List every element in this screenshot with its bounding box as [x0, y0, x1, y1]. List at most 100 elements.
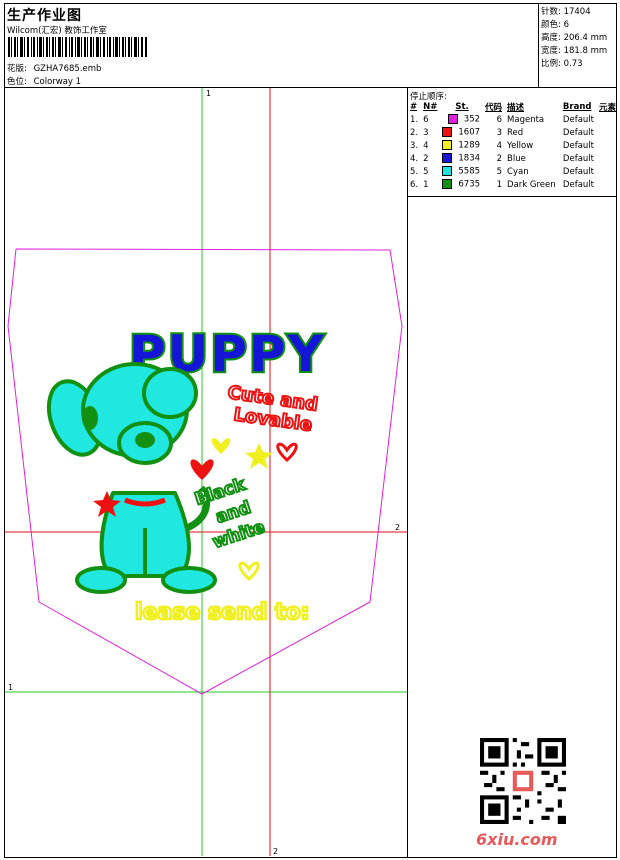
stat-label: 比例:: [541, 59, 561, 69]
colorway-label: 色位:: [7, 77, 27, 87]
stop-row: 6. 1 6735 1 Dark Green Default: [409, 178, 620, 191]
stat-label: 高度:: [541, 33, 561, 43]
dog-right-ear: [142, 367, 198, 419]
row-stitches: 1834: [441, 152, 484, 165]
design-stats: 针数: 17404 颜色: 6 高度: 206.4 mm 宽度: 181.8 m…: [541, 6, 607, 71]
col-element: 元素: [598, 103, 616, 113]
col-stitches: St.: [455, 102, 469, 112]
col-needle: N#: [423, 102, 438, 112]
design-file-label: 花版:: [7, 64, 27, 74]
color-swatch: [442, 127, 453, 138]
stitch-count: 1289: [458, 140, 481, 151]
row-needle: 5: [423, 166, 429, 177]
stitch-count: 5585: [458, 166, 481, 177]
height-row: 高度: 206.4 mm: [541, 32, 607, 45]
dog-left-foot: [75, 566, 127, 594]
row-stitches: 5585: [441, 165, 484, 178]
studio-name: Wilcom(汇宏) 教饰工作室: [7, 26, 107, 36]
dog-eye-patch: [82, 406, 98, 430]
puppy-illustration: [46, 362, 217, 594]
row-element: [598, 113, 620, 126]
row-index: 5.: [410, 166, 419, 177]
color-swatch: [442, 179, 453, 190]
row-brand: Default: [562, 153, 594, 164]
guide-marker: 2: [395, 523, 400, 532]
row-stitches: 1607: [441, 126, 484, 139]
col-code: 代码: [485, 103, 503, 113]
stitch-count: 1607: [458, 127, 481, 138]
row-needle: 4: [423, 140, 429, 151]
scale-row: 比例: 0.73: [541, 58, 607, 71]
row-element: [598, 126, 620, 139]
row-code: 6: [496, 114, 503, 125]
stop-row: 3. 4 1289 4 Yellow Default: [409, 139, 620, 152]
row-element: [598, 165, 620, 178]
row-brand: Default: [562, 179, 594, 190]
stop-row: 1. 6 352 6 Magenta Default: [409, 113, 620, 126]
send-text: lease send to:: [135, 600, 310, 625]
stitch-count: 6735: [458, 179, 481, 190]
stat-label: 宽度:: [541, 46, 561, 56]
stat-label: 针数:: [541, 7, 561, 17]
row-element: [598, 139, 620, 152]
stat-value: 6: [563, 20, 569, 30]
row-brand: Default: [562, 166, 594, 177]
stop-row: 4. 2 1834 2 Blue Default: [409, 152, 620, 165]
stats-divider: [538, 3, 539, 87]
guide-marker: 2: [273, 847, 278, 856]
red-outline-heart: [276, 442, 298, 462]
row-needle: 2: [423, 153, 429, 164]
stitch-count: 352: [463, 114, 481, 125]
stitch-count-row: 针数: 17404: [541, 6, 607, 19]
col-index: #: [410, 102, 418, 112]
dog-right-foot: [161, 566, 217, 594]
colorway-row: 色位: Colorway 1: [7, 75, 81, 87]
row-description: Magenta: [507, 114, 545, 125]
col-brand: Brand: [562, 102, 592, 112]
barcode: [8, 37, 147, 57]
design-preview: 1 2 2 1 PUPPY Cute and Lovable Black and…: [5, 88, 407, 856]
color-swatch: [442, 166, 453, 177]
stat-label: 颜色:: [541, 20, 561, 30]
yellow-heart: [211, 438, 231, 454]
row-index: 1.: [410, 114, 419, 125]
stat-value: 181.8 mm: [563, 46, 608, 56]
stat-value: 0.73: [563, 59, 583, 69]
stop-row: 2. 3 1607 3 Red Default: [409, 126, 620, 139]
row-code: 5: [496, 166, 503, 177]
table-divider: [407, 87, 408, 858]
row-description: Blue: [507, 153, 526, 164]
stop-table-header: # N# St. 代码 描述 Brand 元素: [409, 101, 620, 113]
stop-row: 5. 5 5585 5 Cyan Default: [409, 165, 620, 178]
stat-value: 17404: [563, 7, 591, 17]
row-stitches: 1289: [441, 139, 484, 152]
watermark: 6xiu.com: [476, 830, 558, 849]
row-stitches: 6735: [441, 178, 484, 191]
table-bottom-divider: [407, 196, 617, 197]
guide-marker: 1: [8, 683, 13, 692]
row-code: 2: [496, 153, 503, 164]
row-code: 1: [496, 179, 503, 190]
stitch-count: 1834: [458, 153, 481, 164]
row-description: Red: [507, 127, 524, 138]
row-code: 4: [496, 140, 503, 151]
stop-sequence-table: # N# St. 代码 描述 Brand 元素 1. 6 352 6 Magenta De…: [409, 101, 620, 191]
color-swatch: [442, 153, 453, 164]
row-needle: 6: [423, 114, 429, 125]
row-index: 6.: [410, 179, 419, 190]
guide-marker: 1: [206, 89, 211, 98]
row-description: Cyan: [507, 166, 529, 177]
row-index: 3.: [410, 140, 419, 151]
color-count-row: 颜色: 6: [541, 19, 607, 32]
stat-value: 206.4 mm: [563, 33, 608, 43]
row-element: [598, 178, 620, 191]
row-index: 4.: [410, 153, 419, 164]
row-stitches: 352: [441, 113, 484, 126]
row-brand: Default: [562, 140, 594, 151]
row-needle: 3: [423, 127, 429, 138]
page-title: 生产作业图: [7, 8, 82, 24]
color-swatch: [442, 140, 453, 151]
design-file-value: GZHA7685.emb: [33, 64, 102, 74]
qr-code: [480, 738, 566, 824]
row-brand: Default: [562, 127, 594, 138]
